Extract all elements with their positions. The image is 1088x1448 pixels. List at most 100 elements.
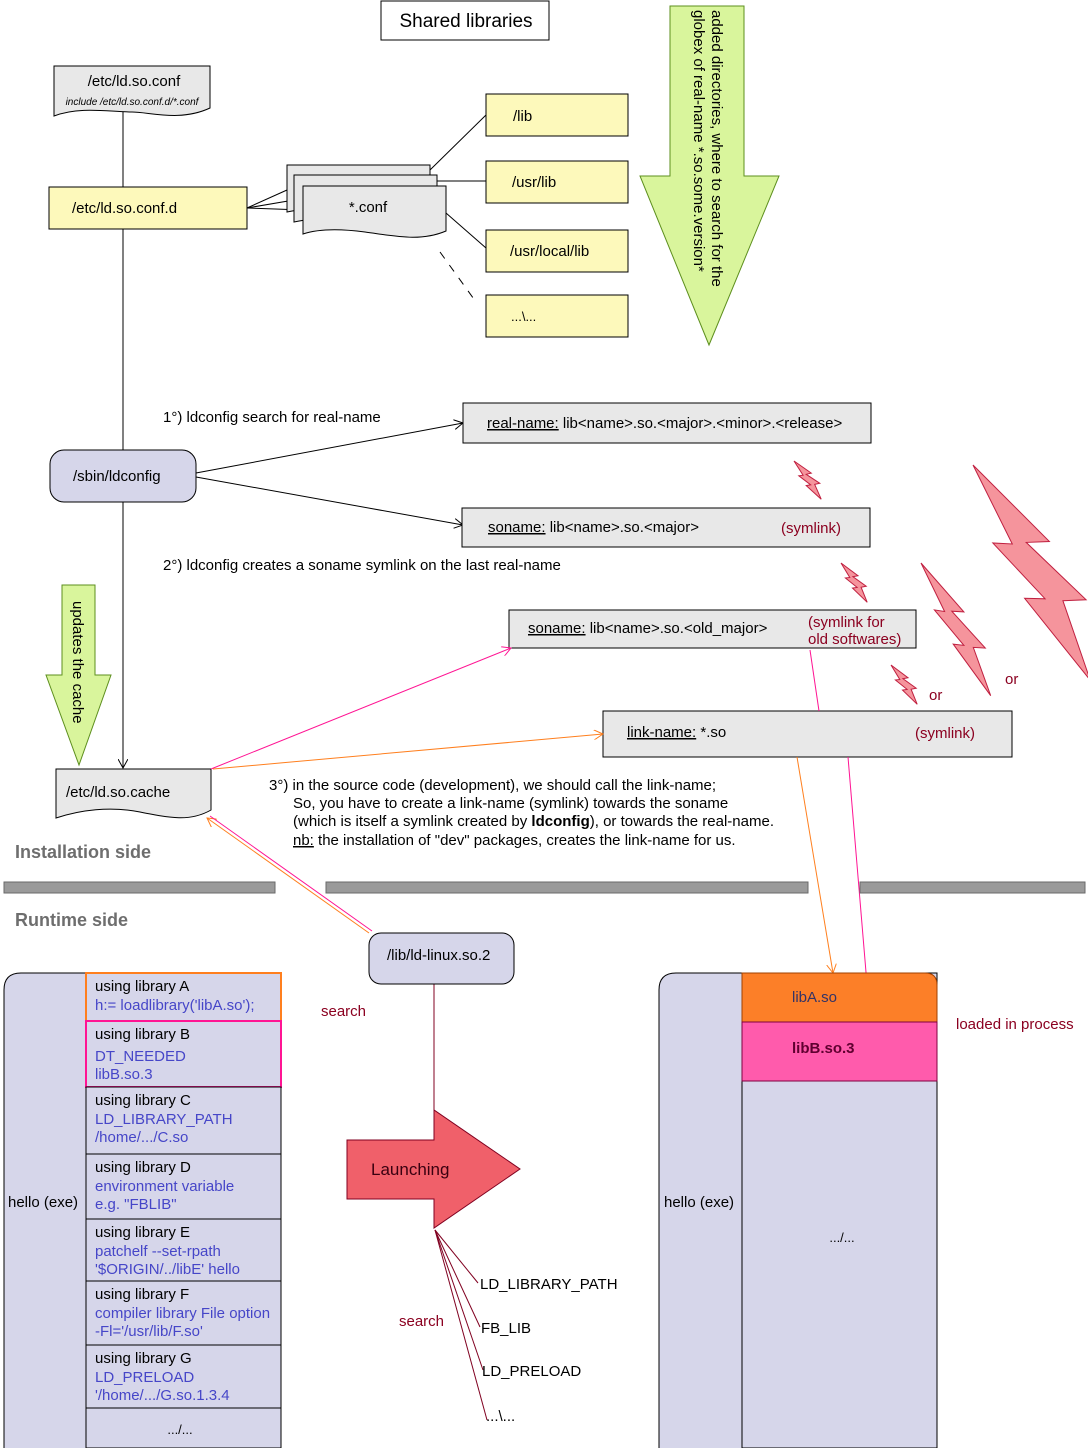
side-separator: [3, 881, 1086, 894]
svg-text:link-name: *.so: link-name: *.so: [627, 724, 726, 741]
config-connectors: [122, 112, 487, 450]
ld-so-conf-label: /etc/ld.so.conf: [88, 73, 181, 90]
big-arrow-text-2: globex of real-name *.so.some.version*: [690, 10, 707, 272]
library-detail: LD_LIBRARY_PATH: [95, 1111, 233, 1128]
runtime-side-label: Runtime side: [15, 910, 128, 930]
loaded-in-process-label: loaded in process: [956, 1016, 1074, 1033]
step1-text: 1°) ldconfig search for real-name: [163, 409, 381, 426]
soname-key: soname:: [488, 519, 546, 536]
ld-so-conf-d-label: /etc/ld.so.conf.d: [72, 200, 177, 217]
real-name-value: lib<name>.so.<major>.<minor>.<release>: [559, 415, 843, 432]
dir-usr-lib: /usr/lib: [512, 174, 556, 191]
process-more: .../...: [829, 1230, 854, 1245]
real-name-box: real-name: lib<name>.so.<major>.<minor>.…: [462, 402, 872, 444]
library-detail: /home/.../C.so: [95, 1129, 188, 1146]
svg-text:So, you have to create a link: So, you have to create a link-name (syml…: [293, 795, 728, 812]
svg-text:(which is itself a symlink cre: (which is itself a symlink created by ld…: [293, 813, 774, 830]
dir-usr-local-lib: /usr/local/lib: [510, 243, 589, 260]
updates-cache-text: updates the cache: [69, 601, 86, 724]
library-title: using library C: [95, 1092, 191, 1109]
old-soname-key: soname:: [528, 620, 586, 637]
old-soname-box: soname: lib<name>.so.<old_major> (symlin…: [508, 609, 917, 649]
link-name-key: link-name:: [627, 724, 696, 741]
library-title: using library G: [95, 1350, 192, 1367]
updates-cache-arrow: updates the cache: [45, 584, 112, 767]
real-name-key: real-name:: [487, 415, 559, 432]
step3-text: 3°) in the source code (development), we…: [269, 777, 774, 849]
link-name-box: link-name: *.so (symlink): [602, 710, 1013, 758]
library-title: using library A: [95, 978, 189, 995]
old-soname-value: lib<name>.so.<old_major>: [586, 620, 768, 637]
exe-label: hello (exe): [8, 1194, 78, 1211]
library-detail: '$ORIGIN/../libE' hello: [95, 1261, 240, 1278]
svg-text:real-name: lib<name>.so.<major: real-name: lib<name>.so.<major>.<minor>.…: [487, 415, 842, 432]
library-detail: libB.so.3: [95, 1066, 153, 1083]
lightning-bolt-icon: [972, 464, 1088, 679]
library-title: using library B: [95, 1026, 190, 1043]
ld-linux-label: /lib/ld-linux.so.2: [387, 947, 490, 964]
loaded-libB: libB.so.3: [792, 1040, 855, 1057]
library-title: using library E: [95, 1224, 190, 1241]
ld-so-cache-document: /etc/ld.so.cache: [55, 768, 212, 819]
big-green-down-arrow: added directories, where to search for t…: [639, 5, 780, 347]
installation-side-label: Installation side: [15, 842, 151, 862]
step2-text: 2°) ldconfig creates a soname symlink on…: [163, 557, 561, 574]
svg-text:soname: lib<name>.so.<major>: soname: lib<name>.so.<major>: [488, 519, 699, 536]
process-panel: libA.so libB.so.3 hello (exe) .../...: [658, 972, 938, 1448]
ldconfig-box: /sbin/ldconfig: [49, 449, 197, 503]
launching-arrow: Launching: [346, 1109, 521, 1229]
library-title: using library F: [95, 1286, 189, 1303]
page-title: Shared libraries: [399, 11, 532, 32]
dir-more: ...\...: [511, 309, 536, 324]
search-path-ld-library-path: LD_LIBRARY_PATH: [480, 1276, 618, 1293]
old-soname-note-1: (symlink for: [808, 614, 885, 631]
directories: /lib /usr/lib /usr/local/lib ...\...: [485, 93, 629, 338]
exe-libraries-panel: hello (exe) using library A h:= loadlibra…: [3, 972, 282, 1448]
search-path-ld-preload: LD_PRELOAD: [482, 1363, 581, 1380]
ld-so-conf-document: /etc/ld.so.conf include /etc/ld.so.conf.…: [53, 65, 211, 117]
title-box: Shared libraries: [380, 0, 550, 41]
link-name-value: *.so: [696, 724, 726, 741]
svg-text:nb: the installation of "dev": nb: the installation of "dev" packages, …: [293, 832, 736, 849]
shared-libraries-diagram: Shared libraries /etc/ld.so.conf include…: [3, 0, 1088, 1448]
search-label-bottom: search: [399, 1313, 444, 1330]
ld-so-cache-label: /etc/ld.so.cache: [66, 784, 170, 801]
arrow-to-real-name: [195, 423, 463, 474]
lightning-bolt-icon: [920, 562, 992, 696]
loaded-libA: libA.so: [792, 989, 837, 1006]
soname-box: soname: lib<name>.so.<major> (symlink): [461, 507, 871, 548]
include-directive: include /etc/ld.so.conf.d/*.conf: [66, 97, 200, 108]
svg-text:3°) in the source code (develo: 3°) in the source code (development), we…: [269, 777, 716, 794]
search-path-fb-lib: FB_LIB: [481, 1320, 531, 1337]
lightning-bolt-icon: [793, 460, 822, 500]
launching-label: Launching: [371, 1160, 449, 1179]
library-detail: h:= loadlibrary('libA.so');: [95, 997, 255, 1014]
library-title: using library D: [95, 1159, 191, 1176]
search-label-top: search: [321, 1003, 366, 1020]
old-soname-note-2: old softwares): [808, 631, 901, 648]
library-detail: compiler library File option: [95, 1305, 270, 1322]
lightning-bolt-icon: [840, 562, 868, 603]
lightning-bolt-icon: [890, 664, 918, 705]
library-detail: '/home/.../G.so.1.3.4: [95, 1387, 230, 1404]
library-detail: DT_NEEDED: [95, 1048, 186, 1065]
dir-lib: /lib: [513, 108, 532, 125]
soname-note: (symlink): [781, 520, 841, 537]
search-path-more: ...\...: [486, 1408, 515, 1425]
lightning-bolts: [793, 460, 1088, 705]
libraries-more: .../...: [167, 1422, 192, 1437]
library-detail: e.g. "FBLIB": [95, 1196, 177, 1213]
soname-value: lib<name>.so.<major>: [546, 519, 700, 536]
library-detail: -Fl='/usr/lib/F.so': [95, 1323, 203, 1340]
library-detail: patchelf --set-rpath: [95, 1243, 221, 1260]
process-exe-label: hello (exe): [664, 1194, 734, 1211]
arrow-to-soname: [195, 476, 463, 525]
library-detail: LD_PRELOAD: [95, 1369, 194, 1386]
link-name-note: (symlink): [915, 725, 975, 742]
or-label-2: or: [1005, 671, 1018, 688]
or-label-1: or: [929, 687, 942, 704]
ld-so-conf-d-box: /etc/ld.so.conf.d: [48, 186, 248, 230]
ld-linux-box: /lib/ld-linux.so.2: [368, 932, 515, 985]
svg-text:soname: lib<name>.so.<old_majo: soname: lib<name>.so.<old_major>: [528, 620, 768, 637]
conf-files-stack: *.conf: [286, 164, 447, 238]
